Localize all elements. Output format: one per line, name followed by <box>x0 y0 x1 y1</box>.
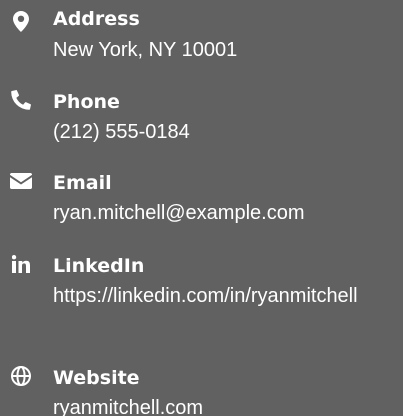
envelope-icon <box>9 169 33 193</box>
contact-list: Address New York, NY 10001 Phone (212) 5… <box>0 0 403 416</box>
linkedin-icon <box>9 252 33 276</box>
contact-value-phone: (212) 555-0184 <box>53 121 190 143</box>
contact-link-website[interactable]: ryanmitchell.com <box>53 394 398 416</box>
contact-link-linkedin[interactable]: https://linkedin.com/in/ryanmitchell <box>53 282 398 310</box>
contact-link-email[interactable]: ryan.mitchell@example.com <box>53 199 398 227</box>
contact-label-phone: Phone <box>53 91 120 113</box>
contact-value-address: New York, NY 10001 <box>53 39 238 61</box>
contact-label-address: Address <box>53 8 140 30</box>
phone-icon <box>9 88 33 112</box>
contact-label-linkedin: LinkedIn <box>53 255 145 277</box>
map-marker-icon <box>9 9 33 33</box>
globe-icon <box>9 364 33 388</box>
contact-label-website: Website <box>53 367 140 389</box>
contact-label-email: Email <box>53 172 112 194</box>
